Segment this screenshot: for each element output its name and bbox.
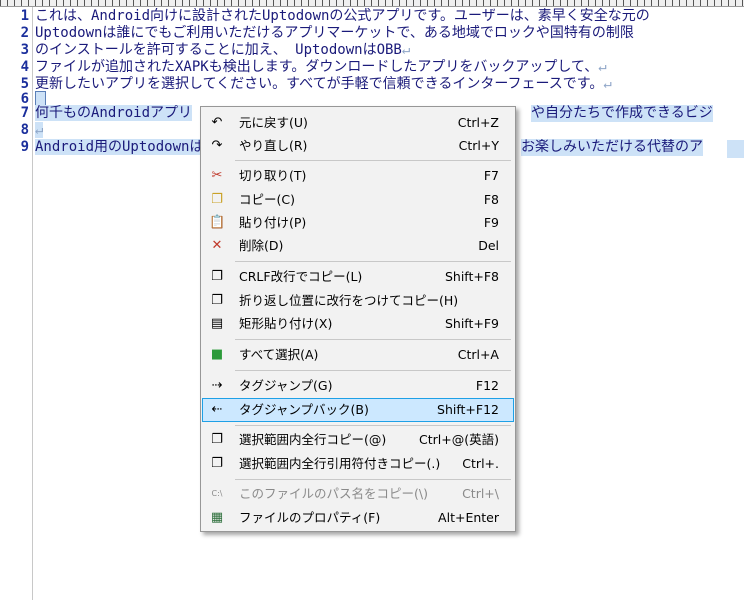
menu-item-box-paste[interactable]: ▤ 矩形貼り付け(X) Shift+F9 xyxy=(203,313,513,335)
menu-item-label: タグジャンプ(G) xyxy=(239,378,333,393)
menu-item-copy-wrap[interactable]: ❐ 折り返し位置に改行をつけてコピー(H) xyxy=(203,290,513,312)
text-line-content: Uptodownは誰にでもご利用いただけるアプリマーケットで、ある地域でロックや… xyxy=(35,25,634,41)
menu-item-shortcut: Shift+F12 xyxy=(437,402,499,417)
text-line-content: ファイルが追加されたXAPKも検出します。ダウンロードしたアプリをバックアップし… xyxy=(35,59,599,75)
copy-path-icon: C:\ xyxy=(211,489,223,498)
text-line-content: のインストールを許可することに加え、 UptodownはOBB xyxy=(35,42,402,58)
tag-jump-icon: ⇢ xyxy=(211,378,223,393)
menu-item-tag-jump[interactable]: ⇢ タグジャンプ(G) F12 xyxy=(203,375,513,397)
menu-item-select-all[interactable]: ■ すべて選択(A) Ctrl+A xyxy=(203,344,513,366)
menu-item-label: 矩形貼り付け(X) xyxy=(239,316,333,331)
copy-crlf-icon: ❐ xyxy=(211,269,223,284)
gutter-divider xyxy=(32,7,33,600)
menu-item-label: 切り取り(T) xyxy=(239,168,307,183)
menu-item-label: 折り返し位置に改行をつけてコピー(H) xyxy=(239,293,459,308)
context-menu: ↶ 元に戻す(U) Ctrl+Z ↷ やり直し(R) Ctrl+Y ✂ 切り取り… xyxy=(200,106,516,532)
menu-item-redo[interactable]: ↷ やり直し(R) Ctrl+Y xyxy=(203,135,513,157)
menu-item-copy-path[interactable]: C:\ このファイルのパス名をコピー(\) Ctrl+\ xyxy=(203,483,513,505)
text-line-tail: や自分たちで作成できるビジ xyxy=(531,105,713,122)
menu-item-label: 削除(D) xyxy=(239,238,284,253)
copy-lines-icon: ❐ xyxy=(211,432,223,447)
menu-item-shortcut: Ctrl+Z xyxy=(457,115,499,130)
text-line-content: Android用のUptodownは xyxy=(35,139,204,155)
line-number: 3 xyxy=(20,42,29,58)
text-line-content: 何千ものAndroidアプリ xyxy=(35,105,193,121)
menu-item-shortcut: Shift+F8 xyxy=(444,269,499,284)
menu-item-label: コピー(C) xyxy=(239,192,295,207)
menu-separator xyxy=(235,160,511,161)
copy-icon: ❐ xyxy=(211,192,223,207)
eol-mark: ↵ xyxy=(603,76,612,92)
menu-item-label: 選択範囲内全行引用符付きコピー(.) xyxy=(239,456,441,471)
tag-jump-back-icon: ⇠ xyxy=(211,402,223,417)
ruler xyxy=(0,0,744,7)
menu-separator xyxy=(235,425,511,426)
text-line[interactable]: これは、Android向けに設計されたUptodownの公式アプリです。ユーザー… xyxy=(35,8,744,25)
delete-icon: ✕ xyxy=(211,238,223,253)
menu-item-copy-quoted[interactable]: ❐ 選択範囲内全行引用符付きコピー(.) Ctrl+. xyxy=(203,453,513,475)
menu-item-copy-lines[interactable]: ❐ 選択範囲内全行コピー(@) Ctrl+@(英語) xyxy=(203,429,513,451)
line-number: 9 xyxy=(20,139,29,155)
file-properties-icon: ▦ xyxy=(210,510,224,525)
cut-icon: ✂ xyxy=(211,168,223,183)
select-all-icon: ■ xyxy=(210,347,224,362)
redo-icon: ↷ xyxy=(211,138,223,153)
menu-separator xyxy=(235,261,511,262)
menu-item-shortcut: Ctrl+@(英語) xyxy=(419,432,499,447)
menu-item-shortcut: Ctrl+\ xyxy=(462,486,499,501)
menu-item-delete[interactable]: ✕ 削除(D) Del xyxy=(203,235,513,257)
menu-item-copy-crlf[interactable]: ❐ CRLF改行でコピー(L) Shift+F8 xyxy=(203,266,513,288)
menu-item-shortcut: Shift+F9 xyxy=(444,316,499,331)
line-number: 1 xyxy=(20,8,29,24)
menu-item-shortcut: F12 xyxy=(475,378,499,393)
menu-item-paste[interactable]: 📋 貼り付け(P) F9 xyxy=(203,212,513,234)
text-line[interactable]: ファイルが追加されたXAPKも検出します。ダウンロードしたアプリをバックアップし… xyxy=(35,59,744,76)
copy-wrap-icon: ❐ xyxy=(211,293,223,308)
menu-separator xyxy=(235,370,511,371)
menu-item-shortcut: Alt+Enter xyxy=(438,510,499,525)
eol-mark: ↵ xyxy=(35,122,44,138)
text-line-content: これは、Android向けに設計されたUptodownの公式アプリです。ユーザー… xyxy=(35,8,650,24)
menu-item-shortcut: Ctrl+. xyxy=(462,456,499,471)
menu-item-label: ファイルのプロパティ(F) xyxy=(239,510,381,525)
text-line-content: 更新したいアプリを選択してください。すべてが手軽で信頼できるインターフェースです… xyxy=(35,76,604,92)
menu-separator xyxy=(235,339,511,340)
line-number: 4 xyxy=(20,59,29,75)
text-line-tail: お楽しみいただける代替のア xyxy=(521,139,703,156)
menu-item-label: タグジャンプバック(B) xyxy=(239,402,369,417)
eol-mark: ↵ xyxy=(401,42,411,58)
menu-item-shortcut: F7 xyxy=(483,168,499,183)
text-line[interactable]: Uptodownは誰にでもご利用いただけるアプリマーケットで、ある地域でロックや… xyxy=(35,25,744,42)
menu-item-cut[interactable]: ✂ 切り取り(T) F7 xyxy=(203,165,513,187)
paste-icon: 📋 xyxy=(209,215,226,230)
menu-item-shortcut: Del xyxy=(478,238,499,253)
box-paste-icon: ▤ xyxy=(210,316,224,331)
menu-item-label: すべて選択(A) xyxy=(239,347,319,362)
menu-item-shortcut: Ctrl+Y xyxy=(458,138,499,153)
text-line[interactable]: のインストールを許可することに加え、 UptodownはOBB↵ xyxy=(35,42,744,59)
menu-item-undo[interactable]: ↶ 元に戻す(U) Ctrl+Z xyxy=(203,112,513,134)
menu-item-label: CRLF改行でコピー(L) xyxy=(239,269,363,284)
undo-icon: ↶ xyxy=(211,115,223,130)
menu-item-file-properties[interactable]: ▦ ファイルのプロパティ(F) Alt+Enter xyxy=(203,507,513,529)
line-number: 2 xyxy=(20,25,29,41)
line-number: 7 xyxy=(20,105,29,121)
selection-edge xyxy=(727,140,744,158)
line-number: 8 xyxy=(20,122,29,138)
menu-item-shortcut: F8 xyxy=(483,192,499,207)
menu-separator xyxy=(235,479,511,480)
menu-item-shortcut: Ctrl+A xyxy=(457,347,499,362)
menu-item-tag-jump-back[interactable]: ⇠ タグジャンプバック(B) Shift+F12 xyxy=(202,398,514,422)
menu-item-label: 貼り付け(P) xyxy=(239,215,307,230)
menu-item-shortcut: F9 xyxy=(483,215,499,230)
menu-item-label: このファイルのパス名をコピー(\) xyxy=(239,486,428,501)
eol-mark: ↵ xyxy=(598,59,607,75)
menu-item-copy[interactable]: ❐ コピー(C) F8 xyxy=(203,189,513,211)
menu-item-label: やり直し(R) xyxy=(239,138,308,153)
menu-item-label: 元に戻す(U) xyxy=(239,115,308,130)
menu-item-label: 選択範囲内全行コピー(@) xyxy=(239,432,387,447)
copy-quoted-icon: ❐ xyxy=(211,456,223,471)
